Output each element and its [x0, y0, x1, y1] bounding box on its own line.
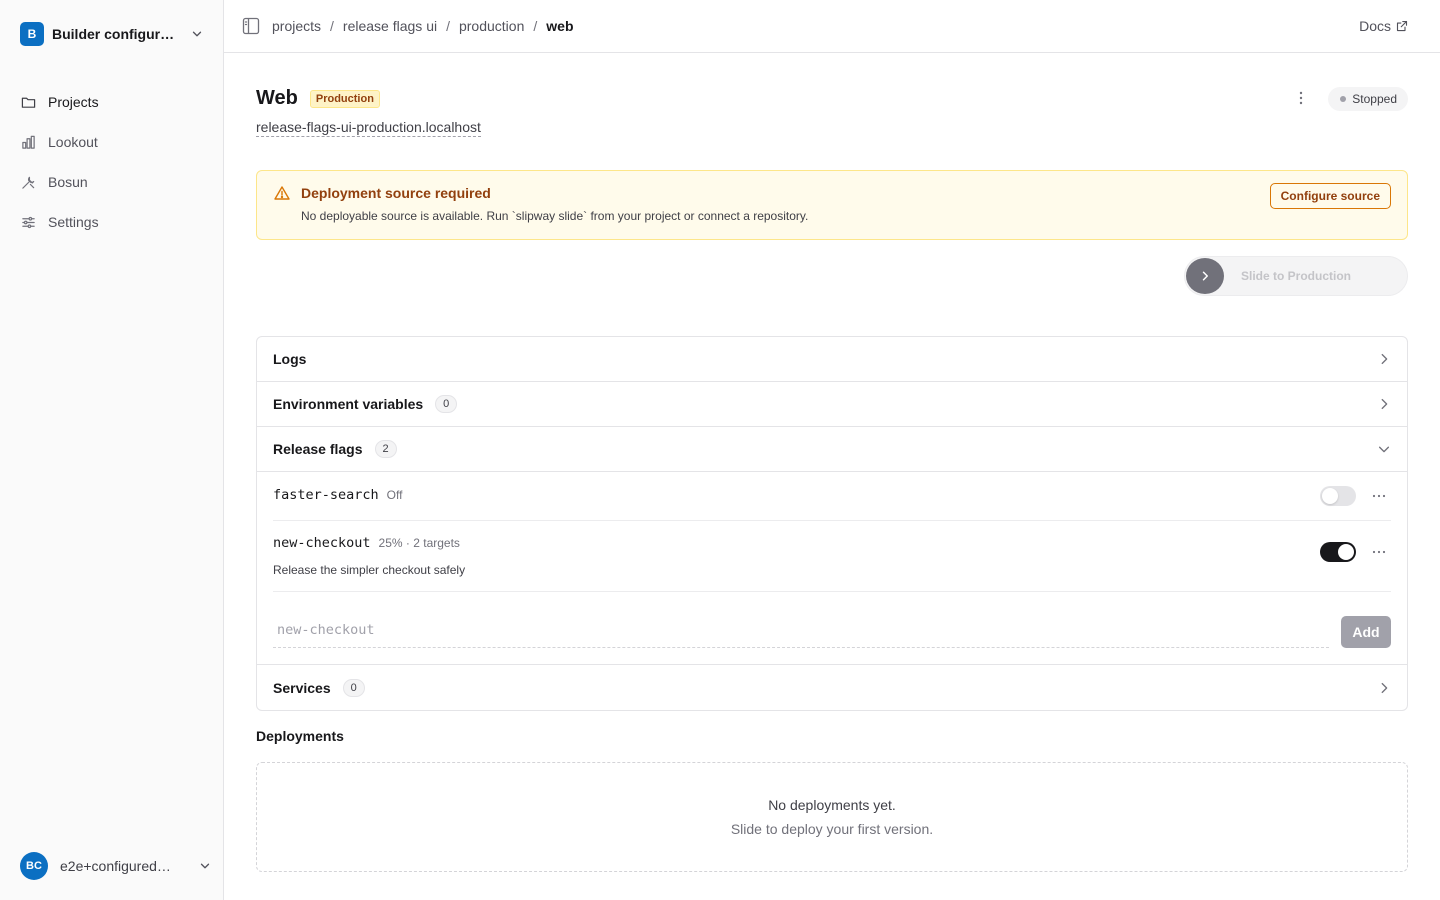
add-flag-button[interactable]: Add [1341, 616, 1391, 648]
count-badge: 2 [374, 440, 397, 458]
sidebar: B Builder configured workspace Projects … [0, 0, 224, 900]
slide-handle[interactable] [1186, 258, 1224, 294]
count-badge: 0 [435, 395, 458, 413]
release-flags-list: faster-search Off new-checkout 25% · 2 tar… [257, 472, 1407, 665]
more-horizontal-icon[interactable] [1371, 544, 1387, 560]
breadcrumb-separator: / [330, 18, 334, 34]
status-dot [1340, 96, 1347, 102]
toggle-thumb [1338, 544, 1354, 560]
list-item: new-checkout 25% · 2 targets Release the … [273, 521, 1391, 592]
slide-label: Slide to Production [1241, 269, 1351, 283]
more-vertical-icon[interactable] [1292, 89, 1310, 107]
service-sections: Logs Environment variables 0 Release fla… [256, 336, 1408, 711]
sidebar-item-projects[interactable]: Projects [12, 82, 212, 122]
flag-meta: Off [386, 488, 403, 502]
docs-label: Docs [1359, 18, 1391, 34]
section-title: Logs [273, 351, 307, 367]
chevron-down-icon [1377, 442, 1391, 456]
breadcrumb-environment[interactable]: production [459, 18, 524, 34]
tools-icon [20, 174, 36, 190]
deployment-source-alert: Deployment source required No deployable… [256, 170, 1408, 240]
list-item: faster-search Off [273, 472, 1391, 521]
page-title: Web [256, 87, 298, 109]
sidebar-item-settings[interactable]: Settings [12, 202, 212, 242]
folder-icon [20, 94, 36, 110]
release-flags-section[interactable]: Release flags 2 [257, 427, 1407, 472]
logs-section[interactable]: Logs [257, 337, 1407, 382]
org-name: Builder configured workspace [52, 26, 180, 42]
breadcrumb-separator: / [446, 18, 450, 34]
org-switcher[interactable]: B Builder configured workspace [12, 14, 212, 54]
sidebar-item-label: Settings [48, 214, 99, 230]
alert-title: Deployment source required [301, 185, 491, 201]
section-title: Release flags [273, 441, 363, 457]
external-link-icon [1396, 20, 1408, 32]
alert-body: No deployable source is available. Run `… [301, 209, 809, 223]
flag-key-text: faster-search [273, 487, 379, 503]
section-title: Environment variables [273, 396, 424, 412]
chevron-right-icon [1377, 397, 1391, 411]
sidebar-item-label: Lookout [48, 134, 98, 150]
service-header: Web Production release-flags-ui-producti… [256, 53, 1408, 171]
flag-meta: 25% · 2 targets [378, 536, 460, 550]
flag-key: new-checkout 25% · 2 targets [273, 535, 460, 551]
services-section[interactable]: Services 0 [257, 665, 1407, 710]
chevron-down-icon [190, 27, 204, 41]
add-flag-row: Add [273, 592, 1391, 664]
chevron-right-icon [1377, 352, 1391, 366]
service-page: Web Production release-flags-ui-producti… [256, 53, 1408, 872]
breadcrumb-projects[interactable]: projects [272, 18, 321, 34]
breadcrumb: projects / release flags ui / production… [272, 18, 574, 34]
org-avatar: B [20, 22, 44, 46]
sidebar-item-lookout[interactable]: Lookout [12, 122, 212, 162]
section-title: Services [273, 679, 331, 696]
new-flag-input[interactable] [273, 612, 1329, 648]
topbar: projects / release flags ui / production… [224, 0, 1440, 53]
slide-to-deploy-control[interactable]: Slide to Production [1184, 256, 1408, 296]
sidebar-item-bosun[interactable]: Bosun [12, 162, 212, 202]
empty-title: No deployments yet. [768, 797, 896, 813]
sidebar-item-label: Projects [48, 94, 99, 110]
flag-toggle[interactable] [1320, 542, 1356, 562]
env-vars-section[interactable]: Environment variables 0 [257, 382, 1407, 427]
toggle-thumb [1322, 488, 1338, 504]
sidebar-item-label: Bosun [48, 174, 88, 190]
breadcrumb-project[interactable]: release flags ui [343, 18, 437, 34]
hostname-link[interactable]: release-flags-ui-production.localhost [256, 119, 481, 137]
title-row: Web Production [256, 87, 380, 110]
empty-hint: Slide to deploy your first version. [730, 821, 934, 837]
chevron-down-icon [198, 859, 212, 873]
sidebar-nav: Projects Lookout Bosun Settings [12, 82, 212, 242]
chevron-right-icon [1202, 271, 1208, 281]
flag-description: Release the simpler checkout safely [273, 563, 466, 577]
bar-chart-icon [20, 134, 36, 150]
count-badge: 0 [342, 678, 365, 697]
docs-link[interactable]: Docs [1359, 18, 1408, 34]
chevron-right-icon [1377, 681, 1391, 695]
user-name: e2e+configured@example.com [60, 858, 174, 874]
flag-key: faster-search Off [273, 487, 402, 503]
deployments-empty-state: No deployments yet. Slide to deploy your… [256, 762, 1408, 872]
status-label: Stopped [1352, 92, 1397, 106]
breadcrumb-service: web [546, 18, 574, 34]
configure-source-button[interactable]: Configure source [1269, 183, 1391, 209]
more-horizontal-icon[interactable] [1371, 488, 1387, 504]
main-content: projects / release flags ui / production… [224, 0, 1440, 900]
user-menu[interactable]: BC e2e+configured@example.com [12, 848, 212, 884]
avatar: BC [20, 852, 48, 880]
sidebar-toggle-icon[interactable] [240, 15, 262, 37]
deployments-title: Deployments [256, 728, 344, 744]
flag-toggle[interactable] [1320, 486, 1356, 506]
environment-badge: Production [309, 89, 380, 108]
app-root: B Builder configured workspace Projects … [0, 0, 1440, 900]
warning-icon [274, 185, 290, 204]
flag-key-text: new-checkout [273, 535, 371, 551]
sliders-icon [20, 214, 36, 230]
breadcrumb-separator: / [533, 18, 538, 34]
status-badge: Stopped [1328, 87, 1408, 111]
